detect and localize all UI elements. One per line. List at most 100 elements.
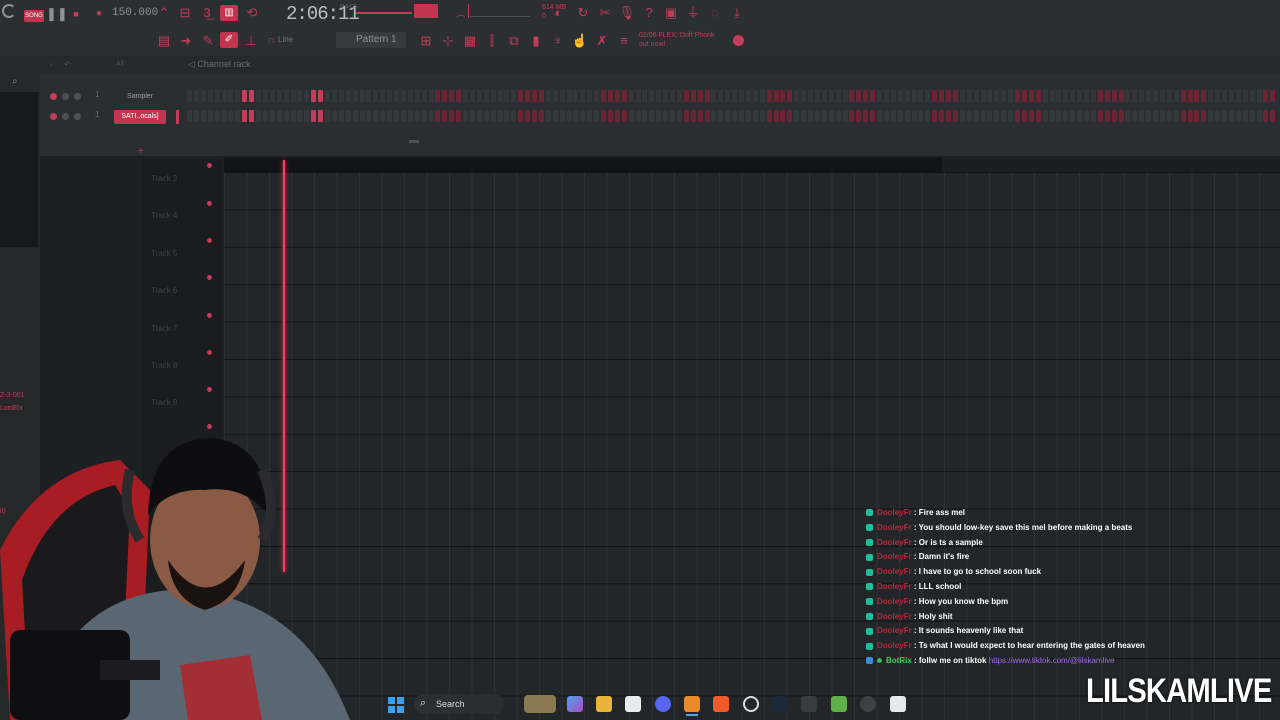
volume-knob-icon[interactable] [74,93,81,100]
stop-icon[interactable]: ■ [67,6,85,22]
step-button[interactable] [890,90,896,102]
step-button[interactable] [283,110,289,122]
step-button[interactable] [952,110,958,122]
step-button[interactable] [642,90,648,102]
step-button[interactable] [1180,110,1186,122]
step-button[interactable] [835,90,841,102]
step-button[interactable] [1180,90,1186,102]
step-button[interactable] [1270,110,1276,122]
step-button[interactable] [1049,90,1055,102]
step-button[interactable] [1042,110,1048,122]
step-button[interactable] [842,110,848,122]
step-button[interactable] [1049,110,1055,122]
step-button[interactable] [1139,110,1145,122]
step-button[interactable] [400,110,406,122]
step-button[interactable] [538,90,544,102]
step-button[interactable] [193,110,199,122]
step-button[interactable] [690,90,696,102]
step-button[interactable] [428,110,434,122]
step-button[interactable] [1208,90,1214,102]
step-button[interactable] [1063,110,1069,122]
step-button[interactable] [1194,90,1200,102]
step-button[interactable] [966,110,972,122]
step-button[interactable] [870,90,876,102]
step-button[interactable] [601,90,606,102]
step-button[interactable] [787,110,793,122]
step-button[interactable] [656,90,662,102]
step-button[interactable] [766,110,772,122]
step-button[interactable] [345,90,351,102]
step-button[interactable] [242,90,248,102]
step-button[interactable] [718,90,724,102]
step-button[interactable] [318,110,324,122]
step-button[interactable] [808,90,813,102]
browser-tag-icon[interactable]: ⌕ [12,76,18,87]
step-button[interactable] [504,90,510,102]
step-button[interactable] [214,90,220,102]
step-button[interactable] [483,110,489,122]
step-button[interactable] [718,110,724,122]
step-button[interactable] [497,110,503,122]
pitch-slider[interactable] [470,16,530,17]
step-button[interactable] [890,110,896,122]
countdown-icon[interactable]: 3̲ [198,5,216,21]
brave-icon[interactable] [713,696,729,712]
step-button[interactable] [207,90,213,102]
step-button[interactable] [290,90,296,102]
step-button[interactable] [959,110,965,122]
step-button[interactable] [1249,90,1255,102]
step-button[interactable] [987,110,993,122]
windows-start-icon[interactable] [388,697,404,713]
step-button[interactable] [359,110,365,122]
step-button[interactable] [697,90,703,102]
step-button[interactable] [1256,110,1262,122]
step-button[interactable] [532,110,537,122]
step-button[interactable] [1070,110,1076,122]
step-button[interactable] [704,90,710,102]
file-icon[interactable]: ▮ [527,33,545,49]
step-button[interactable] [835,110,841,122]
step-button[interactable] [808,110,813,122]
step-button[interactable] [814,110,820,122]
step-button[interactable] [442,110,448,122]
step-button[interactable] [318,90,324,102]
step-button[interactable] [566,90,572,102]
step-button[interactable] [449,90,455,102]
step-button[interactable] [187,90,192,102]
step-button[interactable] [518,90,524,102]
step-button[interactable] [325,110,330,122]
copilot-icon[interactable] [567,696,583,712]
step-button[interactable] [1153,90,1158,102]
plugin-icon[interactable]: ⏚ [684,5,702,21]
step-button[interactable] [552,90,558,102]
step-button[interactable] [801,110,807,122]
brush-icon[interactable]: ✐ [220,32,238,48]
help-icon[interactable]: ? [640,5,658,21]
step-button[interactable] [932,110,938,122]
step-button[interactable] [373,110,379,122]
step-button[interactable] [311,90,317,102]
step-button[interactable] [1139,90,1145,102]
step-button[interactable] [1132,110,1138,122]
step-button[interactable] [1063,90,1069,102]
plugin-picker-icon[interactable]: ♆ [549,33,567,49]
step-button[interactable] [580,90,586,102]
step-button[interactable] [421,90,427,102]
step-button[interactable] [670,110,675,122]
step-button[interactable] [794,110,800,122]
pattern-selector[interactable]: Pattern 1 [336,32,406,48]
step-button[interactable] [759,90,765,102]
step-button[interactable] [952,90,958,102]
step-button[interactable] [1173,90,1179,102]
step-button[interactable] [338,110,344,122]
app-box-icon[interactable] [890,696,906,712]
step-edit-icon[interactable]: ▥ [220,5,238,21]
step-button[interactable] [856,110,862,122]
step-button[interactable] [193,90,199,102]
step-button[interactable] [1249,110,1255,122]
step-button[interactable] [780,90,786,102]
track-led-icon[interactable] [207,275,212,280]
download-icon[interactable]: ⤓ [728,5,746,21]
step-button[interactable] [352,110,358,122]
song-mode-button[interactable]: SONG [24,10,44,22]
